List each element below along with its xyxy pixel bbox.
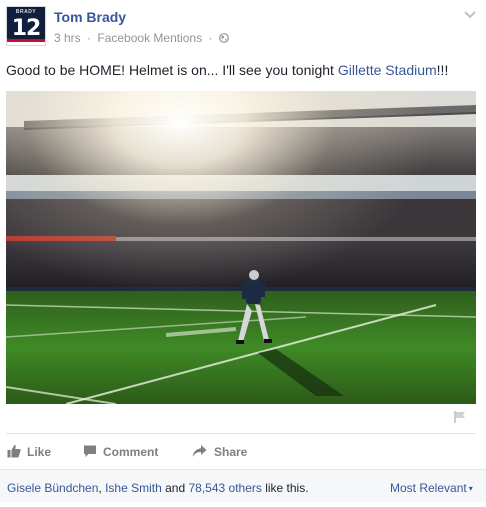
globe-icon[interactable] (218, 33, 229, 43)
actions-divider (6, 433, 476, 434)
like-icon (7, 445, 21, 458)
like-label: Like (27, 445, 52, 459)
location-link[interactable]: Gillette Stadium (338, 62, 437, 78)
post-source[interactable]: Facebook Mentions (97, 31, 202, 45)
sort-label: Most Relevant (390, 481, 467, 495)
liker-link[interactable]: Gisele Bündchen (7, 481, 98, 495)
share-label: Share (214, 445, 248, 459)
comments-sort-dropdown[interactable]: Most Relevant ▾ (390, 481, 473, 495)
like-button[interactable]: Like (7, 443, 57, 461)
comment-button[interactable]: Comment (83, 443, 163, 461)
avatar-jersey-name: BRADY (15, 9, 37, 15)
stadium-photo (6, 91, 476, 404)
post-meta: 3 hrs · Facebook Mentions · (54, 31, 229, 45)
likes-and: and (161, 481, 189, 495)
message-text-end: !!! (436, 62, 449, 78)
post-message: Good to be HOME! Helmet is on... I'll se… (6, 62, 476, 78)
comment-label: Comment (103, 445, 159, 459)
others-link[interactable]: 78,543 others (188, 481, 261, 495)
likes-summary: Gisele Bündchen, Ishe Smith and 78,543 o… (7, 481, 309, 495)
avatar-jersey-number: 12 (11, 16, 42, 41)
meta-separator: · (87, 31, 92, 45)
liker-link[interactable]: Ishe Smith (105, 481, 162, 495)
share-icon (192, 445, 207, 457)
likes-bar: Gisele Bündchen, Ishe Smith and 78,543 o… (0, 469, 486, 502)
avatar-stripe (7, 39, 45, 45)
message-text: Good to be HOME! Helmet is on... I'll se… (6, 62, 338, 78)
profile-avatar[interactable]: BRADY 12 (6, 6, 46, 46)
flag-icon[interactable] (453, 410, 467, 424)
chevron-down-icon[interactable] (463, 10, 477, 20)
likes-suffix: like this. (261, 481, 309, 495)
facebook-post: BRADY 12 Tom Brady 3 hrs · Facebook Ment… (0, 0, 486, 507)
chevron-down-icon: ▾ (468, 484, 473, 493)
meta-separator: · (208, 31, 213, 45)
comment-icon (84, 445, 96, 457)
author-name[interactable]: Tom Brady (54, 9, 126, 25)
post-photo[interactable] (6, 91, 476, 404)
post-timestamp[interactable]: 3 hrs (54, 31, 81, 45)
share-button[interactable]: Share (192, 443, 252, 461)
